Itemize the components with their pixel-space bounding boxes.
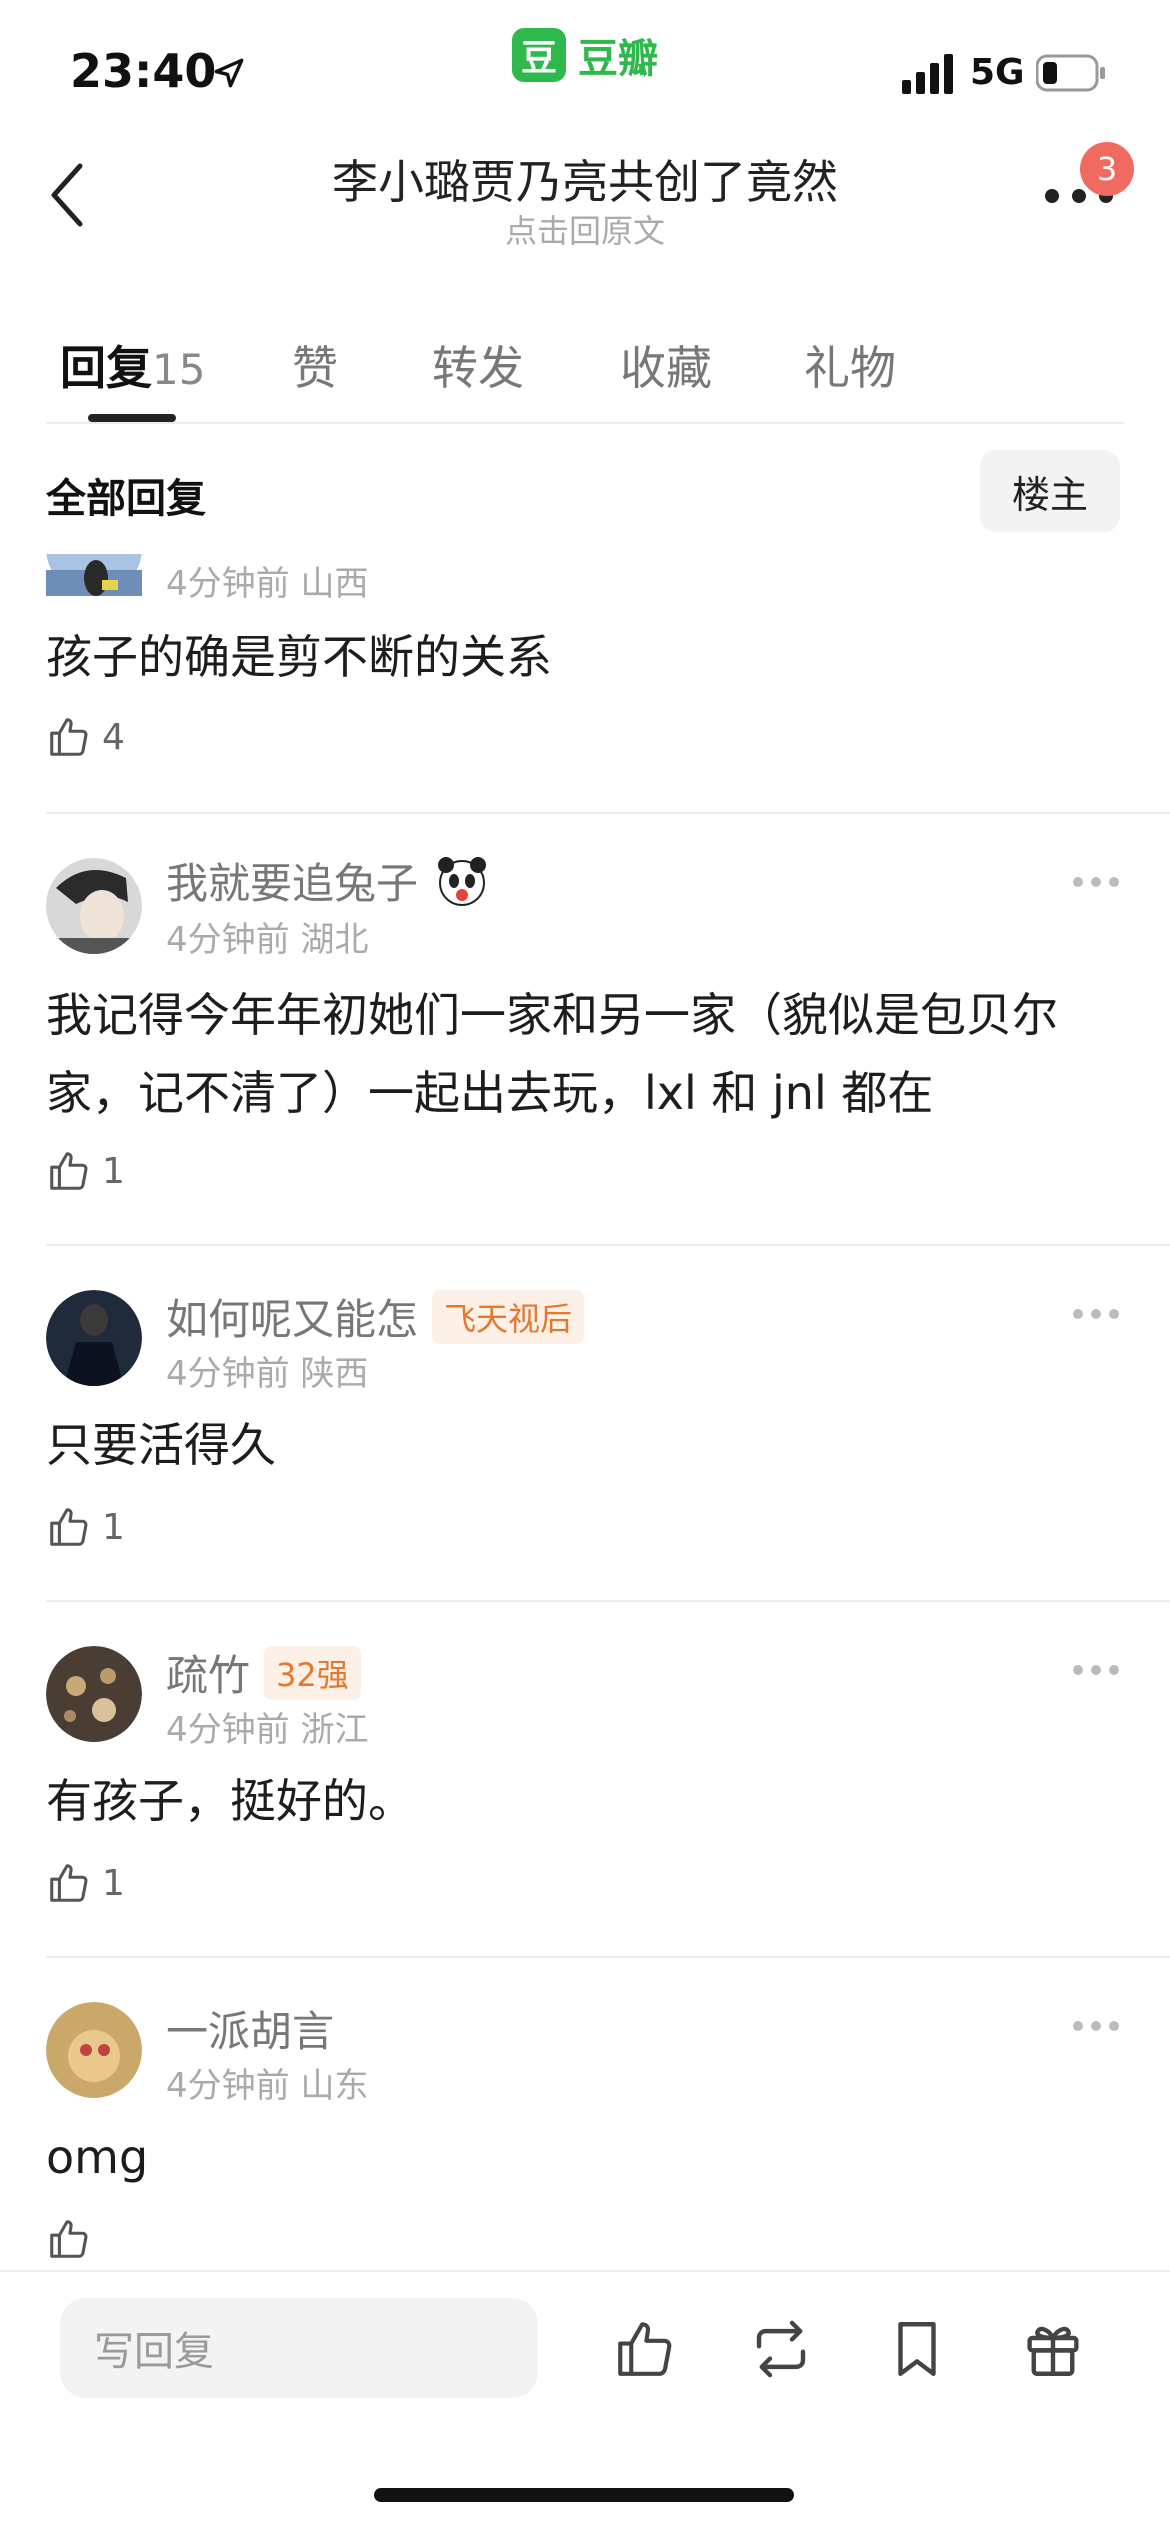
like-count: 1 xyxy=(102,1862,125,1904)
comment-user-row: 我就要追兔子 xyxy=(166,850,492,911)
user-title-badge: 32强 xyxy=(264,1645,361,1700)
battery-icon xyxy=(1036,54,1105,92)
like-count: 4 xyxy=(102,716,125,758)
like-button[interactable]: 1 xyxy=(46,1148,125,1194)
more-options-icon[interactable] xyxy=(1072,2020,1120,2032)
comment-user-row: 如何呢又能怎 飞天视后 xyxy=(166,1286,585,1347)
like-button[interactable]: 1 xyxy=(46,1504,125,1550)
signal-icon xyxy=(902,54,953,94)
comment-divider xyxy=(46,812,1170,814)
back-chevron-icon[interactable] xyxy=(46,160,86,230)
comment-divider xyxy=(46,1956,1170,1958)
comment-meta: 4分钟前 湖北 xyxy=(166,920,369,960)
tab-replies-label: 回复 xyxy=(60,341,152,395)
comment-meta: 4分钟前 山东 xyxy=(166,2066,369,2106)
like-count: 1 xyxy=(102,1150,125,1192)
tab-replies-count: 15 xyxy=(152,345,206,394)
home-indicator xyxy=(374,2488,794,2502)
thumbs-up-icon xyxy=(50,1508,88,1546)
network-type: 5G xyxy=(970,52,1025,93)
tab-likes[interactable]: 赞 xyxy=(292,332,338,398)
back-to-original-link[interactable]: 点击回原文 xyxy=(240,206,930,252)
avatar[interactable] xyxy=(46,2002,142,2098)
like-button[interactable]: 4 xyxy=(46,714,125,760)
thumbs-up-icon xyxy=(50,718,88,756)
comment-text: 有孩子，挺好的。 xyxy=(46,1774,414,1828)
like-button[interactable] xyxy=(46,2216,102,2262)
douban-logo-icon: 豆 xyxy=(512,28,566,82)
tab-collections[interactable]: 收藏 xyxy=(620,332,712,398)
location-arrow-icon xyxy=(214,58,244,88)
bookmark-icon[interactable] xyxy=(884,2316,950,2382)
username[interactable]: 我就要追兔子 xyxy=(166,850,418,911)
comment-text: omg xyxy=(46,2130,149,2184)
avatar[interactable] xyxy=(46,1290,142,1386)
repost-icon[interactable] xyxy=(748,2316,814,2382)
username[interactable]: 一派胡言 xyxy=(166,2007,334,2056)
panda-sticker-icon xyxy=(438,856,487,906)
notification-badge: 3 xyxy=(1080,142,1134,196)
avatar[interactable] xyxy=(46,1646,142,1742)
app-indicator[interactable]: 豆 豆瓣 xyxy=(512,26,658,84)
tab-gifts[interactable]: 礼物 xyxy=(804,332,896,398)
user-title-badge: 飞天视后 xyxy=(432,1289,585,1344)
like-count: 1 xyxy=(102,1506,125,1548)
avatar[interactable] xyxy=(46,858,142,954)
more-options-icon[interactable] xyxy=(1072,876,1120,888)
comment-text: 我记得今年年初她们一家和另一家（貌似是包贝尔家，记不清了）一起出去玩，lxl 和… xyxy=(46,988,1058,1120)
op-only-button[interactable]: 楼主 xyxy=(980,450,1120,532)
status-time: 23:40 xyxy=(70,44,217,98)
comment-text: 孩子的确是剪不断的关系 xyxy=(46,630,552,684)
comment-text: 只要活得久 xyxy=(46,1418,276,1472)
avatar[interactable] xyxy=(46,554,142,596)
page-title: 李小璐贾乃亮共创了竟然 xyxy=(332,155,838,209)
comment-meta: 4分钟前 浙江 xyxy=(166,1710,369,1750)
comment-meta: 4分钟前 山西 xyxy=(166,564,369,604)
all-replies-label: 全部回复 xyxy=(46,476,206,522)
tab-replies[interactable]: 回复15 xyxy=(60,332,205,398)
comment-user-row: 疏竹 32强 xyxy=(166,1642,361,1703)
comment-1-avatar-clip xyxy=(46,554,142,596)
username[interactable]: 如何呢又能怎 xyxy=(166,1286,418,1347)
gift-icon[interactable] xyxy=(1020,2316,1086,2382)
comment-divider xyxy=(46,1600,1170,1602)
thumbs-up-icon xyxy=(50,1152,88,1190)
reply-input[interactable]: 写回复 xyxy=(60,2298,538,2398)
like-icon[interactable] xyxy=(612,2316,678,2382)
active-tab-indicator xyxy=(88,414,176,422)
tab-reposts[interactable]: 转发 xyxy=(432,332,524,398)
comment-user-row: 一派胡言 xyxy=(166,1998,334,2059)
app-name: 豆瓣 xyxy=(578,36,658,82)
thumbs-up-icon xyxy=(50,1864,88,1902)
comment-meta: 4分钟前 陕西 xyxy=(166,1354,369,1394)
like-button[interactable]: 1 xyxy=(46,1860,125,1906)
username[interactable]: 疏竹 xyxy=(166,1642,250,1703)
more-options-icon[interactable] xyxy=(1072,1308,1120,1320)
comment-divider xyxy=(46,1244,1170,1246)
more-options-icon[interactable] xyxy=(1072,1664,1120,1676)
thumbs-up-icon xyxy=(50,2220,88,2258)
tabs-divider xyxy=(46,422,1124,424)
